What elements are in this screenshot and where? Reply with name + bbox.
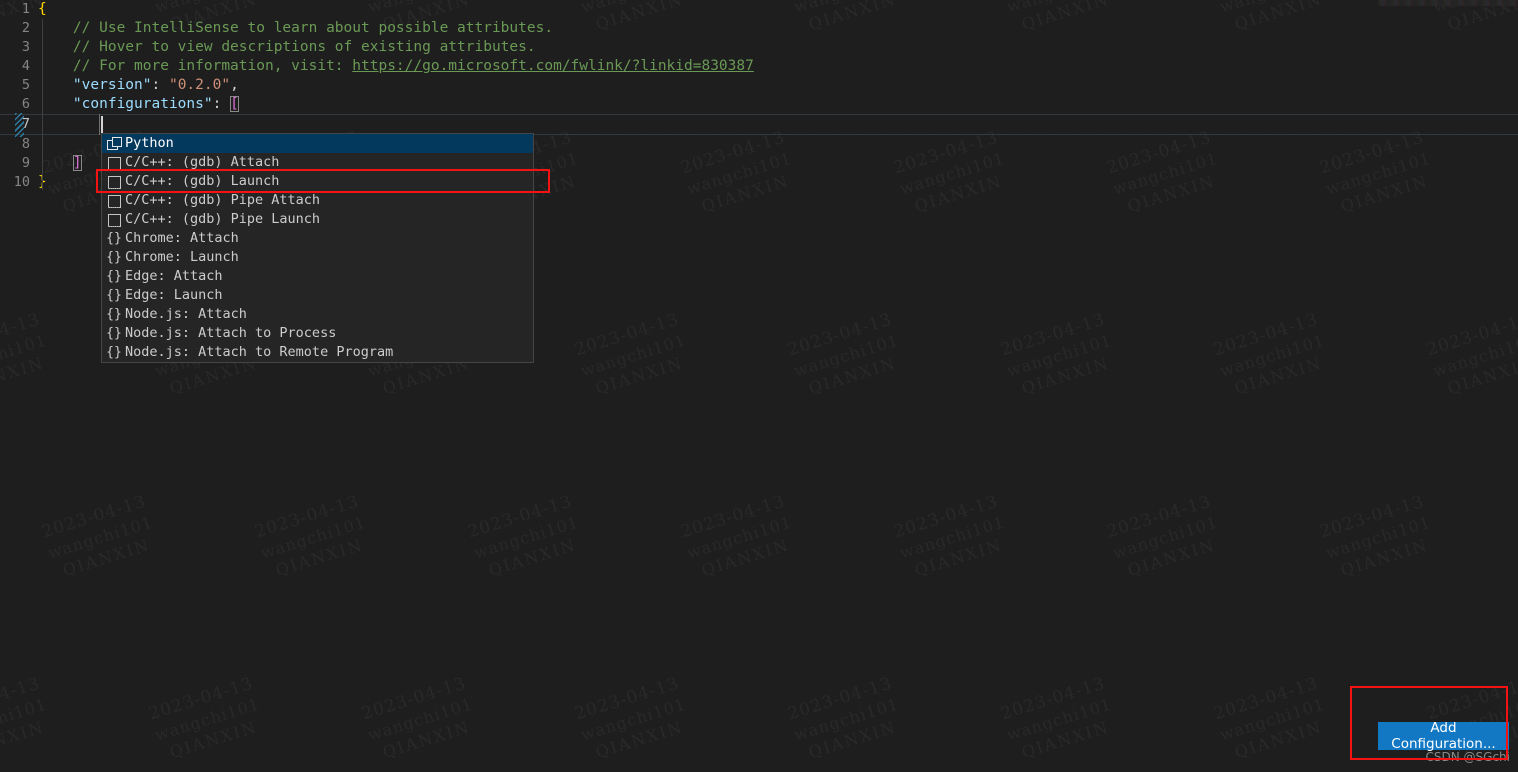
- line-number: 10: [13, 174, 30, 190]
- suggest-item[interactable]: Python: [102, 134, 533, 153]
- braces-icon: {}: [106, 344, 122, 360]
- code-token-comment: // Use IntelliSense to learn about possi…: [38, 20, 554, 36]
- square-icon: [106, 194, 122, 208]
- code-line-content: // Hover to view descriptions of existin…: [38, 38, 536, 57]
- line-number: 9: [21, 155, 30, 171]
- code-line-content: // For more information, visit: https://…: [38, 57, 754, 76]
- braces-icon: {}: [106, 268, 122, 284]
- suggest-item-label: Chrome: Launch: [125, 249, 239, 265]
- module-icon: [106, 136, 122, 151]
- suggest-item-label: Edge: Launch: [125, 287, 223, 303]
- code-line-content: ]: [38, 154, 82, 173]
- code-line[interactable]: 3 // Hover to view descriptions of exist…: [0, 38, 1518, 57]
- suggest-item[interactable]: C/C++: (gdb) Launch: [102, 172, 533, 191]
- suggest-item[interactable]: {} Chrome: Launch: [102, 248, 533, 267]
- line-number: 5: [21, 77, 30, 93]
- braces-icon: {}: [106, 325, 122, 341]
- add-configuration-button[interactable]: Add Configuration...: [1378, 720, 1509, 752]
- code-token-colon: :: [151, 77, 169, 93]
- code-line-content: {: [38, 0, 47, 19]
- suggest-item[interactable]: {} Node.js: Attach: [102, 305, 533, 324]
- code-token-key: "configurations": [72, 96, 213, 112]
- suggest-item-label: Chrome: Attach: [125, 230, 239, 246]
- suggest-item-label: Edge: Attach: [125, 268, 223, 284]
- indent-guide-active: [99, 114, 100, 135]
- braces-icon: {}: [106, 249, 122, 265]
- code-line-content: // Use IntelliSense to learn about possi…: [38, 19, 553, 38]
- code-token-link[interactable]: https://go.microsoft.com/fwlink/?linkid=…: [352, 58, 754, 74]
- code-editor[interactable]: 1{2 // Use IntelliSense to learn about p…: [0, 0, 1518, 772]
- code-token-comment: // For more information, visit:: [38, 58, 353, 74]
- code-line[interactable]: 5 "version": "0.2.0",: [0, 76, 1518, 95]
- code-token-key: "version": [72, 77, 152, 93]
- suggest-item[interactable]: {} Edge: Attach: [102, 267, 533, 286]
- line-number: 1: [21, 1, 30, 17]
- square-icon: [106, 156, 122, 170]
- line-number: 8: [21, 136, 30, 152]
- braces-icon: {}: [106, 306, 122, 322]
- braces-icon: {}: [106, 230, 122, 246]
- suggest-item-label: Python: [125, 135, 174, 151]
- line-number: 6: [21, 96, 30, 112]
- csdn-watermark-text: CSDN @SGchi: [1425, 750, 1510, 764]
- suggest-item[interactable]: C/C++: (gdb) Attach: [102, 153, 533, 172]
- code-token-colon: :: [212, 96, 231, 112]
- code-token-bracket-box: [: [230, 96, 239, 112]
- indent-guide: [42, 19, 43, 190]
- suggest-item-label: C/C++: (gdb) Pipe Launch: [125, 211, 321, 227]
- code-token-string: "0.2.0": [168, 77, 231, 93]
- configuration-suggest-dropdown[interactable]: Python C/C++: (gdb) Attach C/C++: (gdb) La…: [101, 133, 534, 363]
- suggest-item[interactable]: C/C++: (gdb) Pipe Launch: [102, 210, 533, 229]
- code-token-comment: // Hover to view descriptions of existin…: [38, 39, 536, 55]
- suggest-item[interactable]: C/C++: (gdb) Pipe Attach: [102, 191, 533, 210]
- suggest-item[interactable]: {} Node.js: Attach to Remote Program: [102, 343, 533, 362]
- code-line-content: "configurations": [: [38, 95, 239, 114]
- code-line[interactable]: 4 // For more information, visit: https:…: [0, 57, 1518, 76]
- code-token-colon: ,: [230, 77, 239, 93]
- text-cursor: [101, 116, 103, 133]
- suggest-item-label: C/C++: (gdb) Attach: [125, 154, 280, 170]
- code-token-punct: {: [38, 1, 47, 17]
- braces-icon: {}: [106, 287, 122, 303]
- suggest-item-label: Node.js: Attach to Process: [125, 325, 337, 341]
- code-line[interactable]: 6 "configurations": [: [0, 95, 1518, 114]
- square-icon: [106, 213, 122, 227]
- code-token-bracket-box: ]: [72, 155, 82, 171]
- suggest-item-label: Node.js: Attach: [125, 306, 247, 322]
- code-line[interactable]: 2 // Use IntelliSense to learn about pos…: [0, 19, 1518, 38]
- suggest-item-label: C/C++: (gdb) Pipe Attach: [125, 192, 321, 208]
- line-number: 2: [21, 20, 30, 36]
- code-line[interactable]: 1{: [0, 0, 1518, 19]
- suggest-item-label: Node.js: Attach to Remote Program: [125, 344, 394, 360]
- code-line[interactable]: 7: [0, 114, 1518, 135]
- square-icon: [106, 175, 122, 189]
- line-number: 4: [21, 58, 30, 74]
- suggest-item[interactable]: {} Edge: Launch: [102, 286, 533, 305]
- suggest-item-label: C/C++: (gdb) Launch: [125, 173, 280, 189]
- code-line-content: [38, 115, 108, 134]
- suggest-item[interactable]: {} Node.js: Attach to Process: [102, 324, 533, 343]
- code-line-content: "version": "0.2.0",: [38, 76, 239, 95]
- line-number: 3: [21, 39, 30, 55]
- gutter-change-marker: [15, 113, 24, 137]
- suggest-item[interactable]: {} Chrome: Attach: [102, 229, 533, 248]
